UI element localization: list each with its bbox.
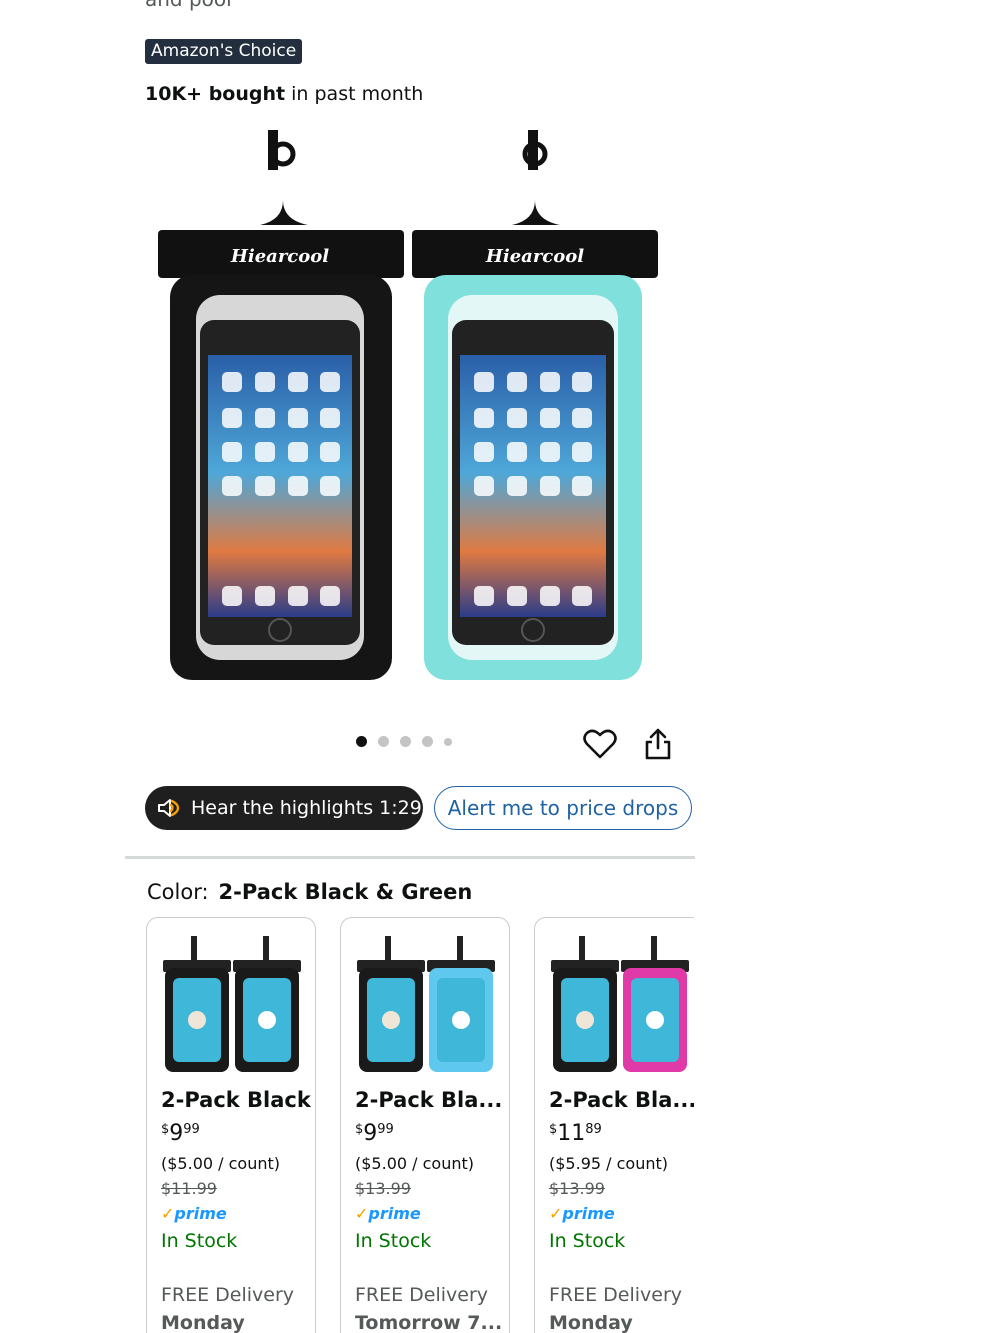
carousel-dot[interactable] — [378, 736, 389, 747]
carousel-dot[interactable] — [400, 736, 411, 747]
carousel-dot[interactable] — [356, 736, 367, 747]
color-swatch-card[interactable]: 2-Pack Black $999 ($5.00 / count) $11.99… — [146, 917, 316, 1333]
carousel-dot[interactable] — [444, 737, 452, 746]
prime-check-icon: ✓ — [549, 1204, 563, 1223]
delivery-day: Monday — [549, 1312, 633, 1333]
delivery-day: Tomorrow 7... — [355, 1312, 503, 1333]
delivery-label: FREE Delivery — [161, 1284, 295, 1306]
hear-highlights-label: Hear the highlights 1:29 — [191, 797, 422, 819]
swatch-price: $999 — [161, 1121, 200, 1146]
swatch-list-price: $13.99 — [549, 1179, 605, 1198]
speaker-icon — [158, 799, 180, 817]
bought-count-rest: in past month — [285, 83, 424, 105]
stock-status: In Stock — [355, 1230, 432, 1252]
swatch-image — [357, 936, 495, 1072]
swatch-list-price: $13.99 — [355, 1179, 411, 1198]
bought-count-bold: 10K+ bought — [145, 83, 286, 105]
prime-check-icon: ✓ — [161, 1204, 175, 1223]
heart-icon[interactable] — [583, 727, 617, 761]
bought-count: 10K+ bought in past month — [145, 80, 423, 108]
share-icon[interactable] — [642, 727, 674, 761]
prime-badge: ✓prime — [549, 1204, 615, 1223]
swatch-price: $1189 — [549, 1121, 602, 1146]
carousel-dot[interactable] — [422, 736, 433, 747]
swatch-name: 2-Pack Black — [161, 1088, 311, 1112]
prime-badge: ✓prime — [355, 1204, 421, 1223]
brand-logo-left: Hiearcool — [230, 246, 329, 267]
teal-pouch-image: Hiearcool — [412, 130, 658, 680]
swatch-image — [551, 936, 689, 1072]
prime-check-icon: ✓ — [355, 1204, 369, 1223]
swatch-name: 2-Pack Bla... — [549, 1088, 694, 1112]
image-carousel-dots[interactable] — [356, 736, 452, 747]
brand-logo-right: Hiearcool — [485, 246, 584, 267]
stock-status: In Stock — [549, 1230, 626, 1252]
color-swatch-card[interactable]: 2-Pack Bla... $999 ($5.00 / count) $13.9… — [340, 917, 510, 1333]
product-main-image[interactable]: Hiearcool Hiearcool — [150, 120, 670, 700]
swatch-price: $999 — [355, 1121, 394, 1146]
color-swatch-carousel[interactable]: 2-Pack Black $999 ($5.00 / count) $11.99… — [140, 915, 694, 1333]
color-swatch-card[interactable]: 2-Pack Bla... $1189 ($5.95 / count) $13.… — [534, 917, 694, 1333]
price-drop-alert-button[interactable]: Alert me to price drops — [434, 786, 692, 830]
section-divider — [125, 856, 695, 859]
delivery-label: FREE Delivery — [549, 1284, 683, 1306]
delivery-label: FREE Delivery — [355, 1284, 489, 1306]
prime-badge: ✓prime — [161, 1204, 227, 1223]
color-selection-row: Color: 2-Pack Black & Green — [147, 877, 472, 907]
swatch-unit-price: ($5.00 / count) — [355, 1154, 474, 1173]
hear-highlights-button[interactable]: Hear the highlights 1:29 — [145, 786, 423, 830]
swatch-name: 2-Pack Bla... — [355, 1088, 503, 1112]
swatch-unit-price: ($5.95 / count) — [549, 1154, 668, 1173]
stock-status: In Stock — [161, 1230, 238, 1252]
swatch-unit-price: ($5.00 / count) — [161, 1154, 280, 1173]
color-label: Color: — [147, 880, 209, 904]
amazons-choice-badge[interactable]: Amazon's Choice — [145, 39, 303, 64]
black-pouch-image: Hiearcool — [158, 130, 404, 680]
delivery-day: Monday — [161, 1312, 245, 1333]
product-title-fragment: and pool — [145, 0, 665, 14]
selected-color: 2-Pack Black & Green — [218, 880, 473, 904]
swatch-image — [163, 936, 301, 1072]
swatch-list-price: $11.99 — [161, 1179, 217, 1198]
